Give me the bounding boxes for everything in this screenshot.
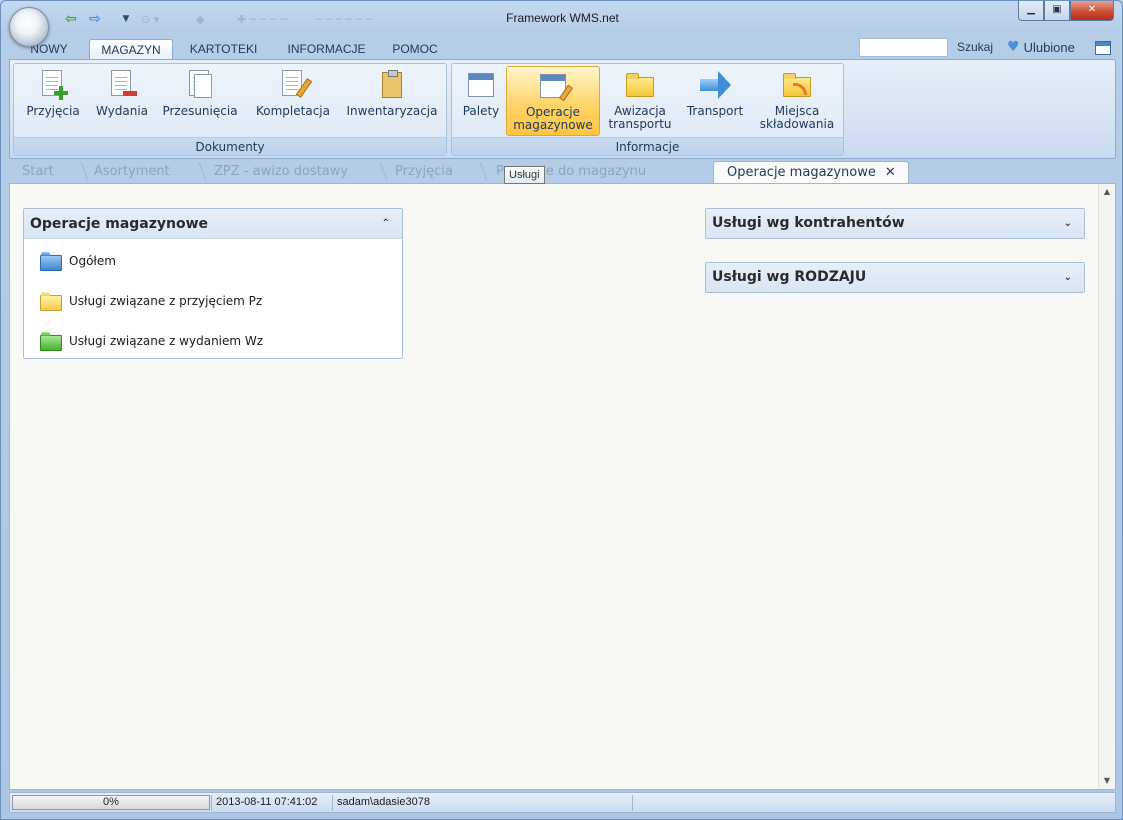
expand-icon[interactable]: ⌄ [1064,263,1072,292]
doc-tab-asortyment[interactable]: Asortyment [81,161,201,183]
list-item-label: Usługi związane z wydaniem Wz [69,334,264,348]
close-tab-icon[interactable]: ✕ [885,165,896,180]
doc-tab-start[interactable]: Start [9,161,81,183]
folder-yellow-icon [40,292,62,311]
miejsca-label-2: składowania [759,117,835,131]
close-button[interactable]: ✕ [1070,1,1114,21]
progress-bar: 0% [12,795,210,810]
scroll-down-icon[interactable]: ▼ [1099,773,1115,789]
main-content: Operacje magazynowe ⌃ Ogółem Usługi zwią… [9,183,1116,790]
miejsca-skladowania-button[interactable]: Miejsca składowania [754,66,840,136]
panel-operacje-magazynowe: Operacje magazynowe ⌃ Ogółem Usługi zwią… [23,208,403,359]
list-item-label: Ogółem [69,254,116,268]
tab-kartoteki[interactable]: KARTOTEKI [173,39,274,61]
panel-uslugi-rodzaju: Usługi wg RODZAJU ⌄ [705,262,1085,293]
document-remove-icon [106,69,138,101]
list-item-przyjecie-pz[interactable]: Usługi związane z przyjęciem Pz [24,281,402,321]
operacje-label-2: magazynowe [513,118,593,132]
tab-informacje[interactable]: INFORMACJE [274,39,379,61]
transport-label: Transport [686,104,744,118]
tab-magazyn[interactable]: MAGAZYN [89,39,173,61]
palety-button[interactable]: Palety [456,66,506,136]
group-dokumenty: Przyjęcia Wydania Przesunięcia Kompletac… [13,63,447,156]
folder-green-icon [40,332,62,351]
vertical-scrollbar[interactable]: ▲ ▼ [1098,184,1115,789]
ribbon-panel: Przyjęcia Wydania Przesunięcia Kompletac… [9,59,1116,159]
minimize-button[interactable]: ▁ [1018,1,1044,21]
clipboard-icon [376,69,408,101]
panel-header[interactable]: Operacje magazynowe ⌃ [24,209,402,239]
collapse-icon[interactable]: ⌃ [382,209,390,239]
window-title: Framework WMS.net [506,11,619,25]
group-label-dokumenty: Dokumenty [14,137,446,155]
wydania-label: Wydania [95,104,149,118]
window-controls: ▁ ▣ ✕ [1018,1,1114,21]
scroll-up-icon[interactable]: ▲ [1099,184,1115,200]
status-bar: 0% 2013-08-11 07:41:02 sadam\adasie3078 [9,792,1116,813]
application-menu-button[interactable] [9,7,49,47]
heart-icon: ♥ [1007,39,1020,55]
layout-icon[interactable] [1095,41,1111,55]
expand-icon[interactable]: ⌄ [1064,209,1072,238]
calendar-edit-icon [537,70,574,102]
list-item-ogolem[interactable]: Ogółem [24,241,402,281]
list-item-label: Usługi związane z przyjęciem Pz [69,294,263,308]
przesuniecia-label: Przesunięcia [162,104,238,118]
wydania-button[interactable]: Wydania [94,66,150,136]
document-add-icon [37,69,69,101]
awizacja-transportu-button[interactable]: Awizacja transportu [604,66,676,136]
status-user: sadam\adasie3078 [332,795,632,811]
maximize-button[interactable]: ▣ [1044,1,1070,21]
doc-tab-operacje-magazynowe[interactable]: Operacje magazynowe ✕ [713,161,909,184]
documents-copy-icon [184,69,216,101]
doc-tab-zpz-awizo[interactable]: ZPZ - awizo dostawy [201,161,381,183]
doc-tab-active-label: Operacje magazynowe [727,165,876,180]
doc-tab-przyjecia[interactable]: Przyjęcia [382,161,482,183]
tooltip: Usługi [504,166,545,184]
status-datetime: 2013-08-11 07:41:02 [211,795,331,811]
arrow-right-icon [699,69,731,101]
panel-title: Usługi wg RODZAJU [712,269,867,285]
ribbon-tab-bar: NOWY MAGAZYN KARTOTEKI INFORMACJE POMOC [9,39,451,61]
application-window: ⇦ ⇨ ▼ ⊙ ▾ ◆ ✚ ─ ─ ─ ─ ─ ─ ─ ─ ─ ─ Framew… [0,0,1123,820]
folder-blue-icon [40,252,62,271]
kompletacja-button[interactable]: Kompletacja [250,66,336,136]
operacje-magazynowe-button[interactable]: Operacje magazynowe [506,66,600,136]
favorites-button[interactable]: ♥ Ulubione [1007,39,1075,55]
folder-feed-icon [781,69,813,101]
panel-header[interactable]: Usługi wg RODZAJU ⌄ [706,263,1084,292]
przyjecia-button[interactable]: Przyjęcia [22,66,84,136]
favorites-label: Ulubione [1023,39,1075,55]
panel-title: Operacje magazynowe [30,216,209,232]
document-tab-bar: Start Asortyment ZPZ - awizo dostawy Prz… [9,161,1116,184]
kompletacja-label: Kompletacja [256,104,330,118]
folder-icon [624,69,656,101]
przyjecia-label: Przyjęcia [26,104,80,118]
panel-uslugi-kontrahentow: Usługi wg kontrahentów ⌄ [705,208,1085,239]
search-button[interactable]: Szukaj [957,40,993,54]
awizacja-label-2: transportu [608,117,672,131]
panel-header[interactable]: Usługi wg kontrahentów ⌄ [706,209,1084,238]
transport-button[interactable]: Transport [680,66,750,136]
status-empty [632,795,1112,811]
list-item-wydanie-wz[interactable]: Usługi związane z wydaniem Wz [24,321,402,361]
title-bar: ⇦ ⇨ ▼ ⊙ ▾ ◆ ✚ ─ ─ ─ ─ ─ ─ ─ ─ ─ ─ Framew… [1,1,1122,47]
pallet-calendar-icon [465,69,497,101]
inwentaryzacja-button[interactable]: Inwentaryzacja [342,66,442,136]
przesuniecia-button[interactable]: Przesunięcia [160,66,240,136]
palety-label: Palety [462,104,500,118]
group-informacje: Palety Operacje magazynowe Awizacja tran… [451,63,844,156]
search-input[interactable] [859,38,948,57]
group-label-informacje: Informacje [452,137,843,155]
document-edit-icon [277,69,313,101]
panel-title: Usługi wg kontrahentów [712,215,905,231]
inwentaryzacja-label: Inwentaryzacja [346,104,438,118]
tab-pomoc[interactable]: POMOC [379,39,451,61]
